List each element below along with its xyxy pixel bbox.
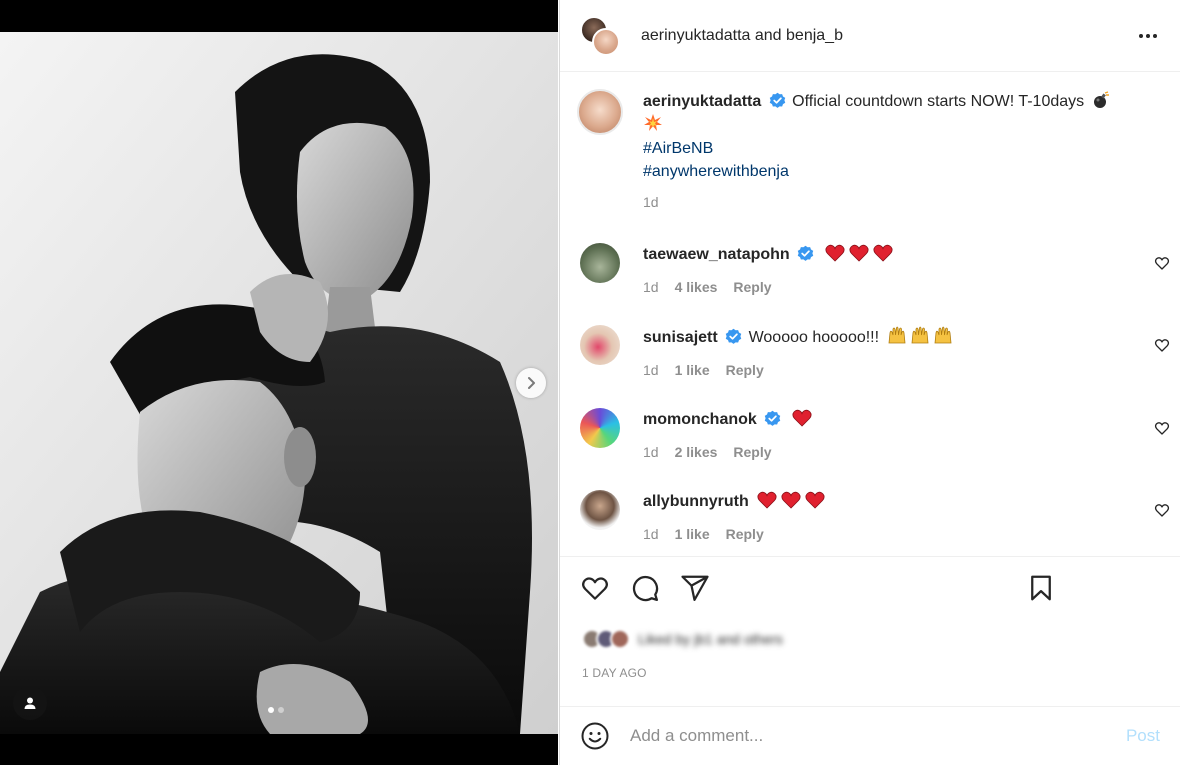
raising-hands-emoji-icon: [888, 326, 905, 344]
post-actions: Liked by jb1 and others 1 DAY AGO: [560, 556, 1180, 680]
comment-like-heart-icon[interactable]: [1154, 337, 1170, 353]
post-details-panel: aerinyuktadatta and benja_b aerinyuktada…: [559, 0, 1180, 765]
comment-text: Wooooo hooooo!!!: [748, 329, 880, 346]
comment-username[interactable]: sunisajett: [643, 329, 718, 346]
comment-icon[interactable]: [630, 573, 660, 603]
heart-emoji-icon: [849, 244, 869, 262]
carousel-dot: [278, 707, 284, 713]
next-photo-button[interactable]: [516, 368, 546, 398]
collaborator-username[interactable]: benja_b: [786, 27, 843, 44]
collab-avatars[interactable]: [580, 15, 620, 56]
comment-likes-count[interactable]: 4 likes: [675, 276, 718, 299]
liked-by-avatars: [582, 629, 630, 649]
comment-likes-count[interactable]: 2 likes: [675, 441, 718, 464]
add-comment-bar: Post: [560, 706, 1180, 765]
reply-button[interactable]: Reply: [726, 523, 764, 546]
hashtag-link[interactable]: #AirBeNB: [643, 137, 1143, 160]
caption-time[interactable]: 1d: [643, 191, 659, 214]
avatar[interactable]: [580, 325, 620, 365]
heart-icon[interactable]: [580, 573, 610, 603]
bookmark-icon[interactable]: [1026, 573, 1056, 603]
share-icon[interactable]: [680, 573, 710, 603]
more-options-button[interactable]: [1136, 24, 1160, 48]
verified-badge-icon: [797, 245, 814, 261]
avatar[interactable]: [577, 89, 623, 135]
avatar[interactable]: [580, 408, 620, 448]
tagged-users-button[interactable]: [13, 686, 47, 720]
comment-like-heart-icon[interactable]: [1154, 420, 1170, 436]
reply-button[interactable]: Reply: [733, 441, 771, 464]
post-photo[interactable]: [0, 32, 558, 734]
heart-emoji-icon: [757, 491, 777, 509]
hashtag-link[interactable]: #anywherewithbenja: [643, 160, 1143, 183]
user-icon: [24, 697, 36, 709]
comment-likes-count[interactable]: 1 like: [675, 523, 710, 546]
comment-like-heart-icon[interactable]: [1154, 502, 1170, 518]
comment-likes-count[interactable]: 1 like: [675, 359, 710, 382]
raising-hands-emoji-icon: [934, 326, 951, 344]
caption-text: Official countdown starts NOW! T-10days: [792, 93, 1085, 110]
post-authors: aerinyuktadatta and benja_b: [641, 27, 843, 45]
post-button[interactable]: Post: [1126, 726, 1160, 746]
comment-username[interactable]: allybunnyruth: [643, 493, 749, 510]
verified-badge-icon: [769, 92, 785, 108]
verified-badge-icon: [725, 328, 742, 344]
reply-button[interactable]: Reply: [733, 276, 771, 299]
avatar[interactable]: [580, 243, 620, 283]
heart-emoji-icon: [825, 244, 845, 262]
caption-username[interactable]: aerinyuktadatta: [643, 93, 761, 110]
comment-time[interactable]: 1d: [643, 441, 659, 464]
avatar[interactable]: [580, 490, 620, 530]
post-header: aerinyuktadatta and benja_b: [560, 0, 1180, 72]
liked-by[interactable]: Liked by jb1 and others: [582, 629, 783, 649]
comment-username[interactable]: taewaew_natapohn: [643, 246, 790, 263]
post-media-pane: [0, 0, 558, 765]
carousel-dot-active: [268, 707, 274, 713]
bomb-emoji-icon: [1093, 91, 1109, 108]
more-icon: [1139, 34, 1157, 38]
liked-by-text[interactable]: Liked by jb1 and others: [638, 631, 783, 647]
emoji-picker-icon[interactable]: [580, 721, 610, 751]
comment-input[interactable]: [630, 726, 1126, 746]
comments-list[interactable]: aerinyuktadatta Official countdown start…: [560, 73, 1180, 556]
collision-emoji-icon: [644, 114, 662, 131]
chevron-right-icon: [528, 377, 535, 389]
heart-emoji-icon: [873, 244, 893, 262]
reply-button[interactable]: Reply: [726, 359, 764, 382]
raising-hands-emoji-icon: [911, 326, 928, 344]
heart-emoji-icon: [781, 491, 801, 509]
verified-badge-icon: [765, 410, 781, 426]
comment-like-heart-icon[interactable]: [1154, 255, 1170, 271]
joiner-text: and: [754, 26, 782, 44]
comment-username[interactable]: momonchanok: [643, 411, 757, 428]
comment-time[interactable]: 1d: [643, 276, 659, 299]
owner-username[interactable]: aerinyuktadatta: [641, 27, 750, 44]
comment-time[interactable]: 1d: [643, 359, 659, 382]
avatar: [610, 629, 630, 649]
avatar: [592, 27, 620, 56]
post-time-ago[interactable]: 1 DAY AGO: [582, 666, 647, 680]
heart-emoji-icon: [805, 491, 825, 509]
heart-emoji-icon: [792, 409, 812, 427]
carousel-indicator: [268, 707, 284, 713]
comment-time[interactable]: 1d: [643, 523, 659, 546]
